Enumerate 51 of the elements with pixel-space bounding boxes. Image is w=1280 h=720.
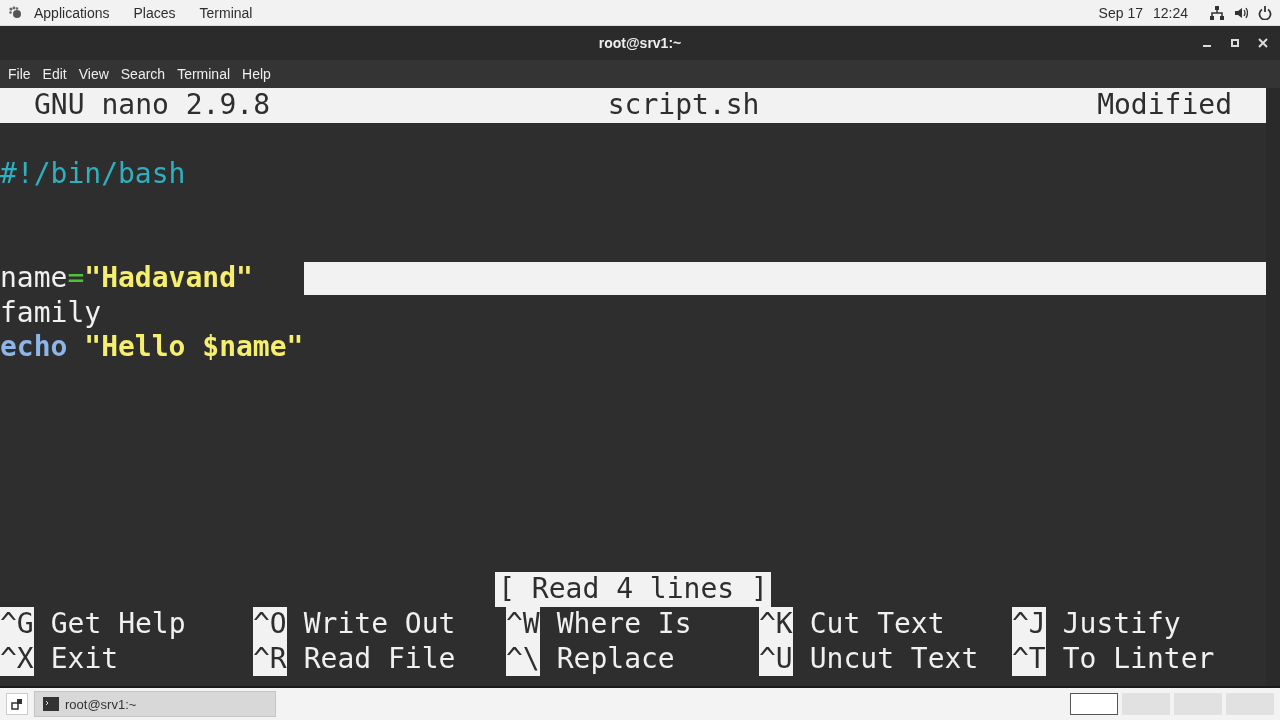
shortcut-label: Get Help [50, 606, 186, 642]
shortcut-label: Read File [303, 641, 456, 677]
power-icon[interactable] [1258, 5, 1272, 20]
date-label[interactable]: Sep 17 [1098, 4, 1143, 21]
editor-version: GNU nano 2.9.8 [34, 88, 270, 123]
terminal-icon [43, 697, 59, 711]
network-icon[interactable] [1210, 5, 1224, 20]
top-menu-item[interactable]: Terminal [187, 4, 265, 21]
shortcut-key: ^R [253, 641, 287, 677]
taskbar-window-button[interactable]: root@srv1:~ [34, 691, 276, 717]
shortcut-label: To Linter [1062, 641, 1215, 677]
code-line: #!/bin/bash [0, 157, 186, 191]
shortcut-key: ^O [253, 606, 287, 642]
window-title: root@srv1:~ [598, 35, 682, 51]
menu-item[interactable]: Terminal [171, 66, 237, 82]
menu-item[interactable]: Help [236, 66, 277, 82]
shortcut-key: ^\ [506, 641, 540, 677]
shortcut-label: Cut Text [809, 606, 945, 642]
menu-item[interactable]: View [72, 66, 115, 82]
file-name: script.sh [607, 88, 760, 123]
status-message: [ Read 4 lines ] [495, 572, 771, 607]
scrollbar[interactable] [1266, 88, 1280, 686]
close-icon[interactable] [1258, 38, 1268, 48]
top-menu-item[interactable]: Applications [22, 4, 122, 21]
shortcut-label: Replace [556, 641, 675, 677]
shortcut-label: Uncut Text [809, 641, 979, 677]
shortcut-key: ^X [0, 641, 34, 677]
shortcut-label: Where Is [556, 606, 692, 642]
top-menu-item[interactable]: Places [121, 4, 188, 21]
modified-status: Modified [1097, 88, 1232, 123]
speaker-icon[interactable] [1234, 5, 1248, 20]
clock-label[interactable]: 12:24 [1152, 4, 1188, 21]
shortcut-key: ^U [759, 641, 793, 677]
menu-item[interactable]: Search [114, 66, 172, 82]
shortcut-key: ^K [759, 606, 793, 642]
shortcut-key: ^W [506, 606, 540, 642]
show-desktop-icon[interactable] [6, 693, 28, 715]
code-line: name="Hadavand" [0, 260, 253, 294]
code-line: echo "Hello $name" [0, 330, 304, 364]
menu-item[interactable]: File [2, 66, 37, 82]
shortcut-label: Justify [1062, 606, 1181, 642]
shortcut-key: ^T [1012, 641, 1046, 677]
maximize-icon[interactable] [1230, 38, 1240, 48]
menu-item[interactable]: Edit [36, 66, 73, 82]
workspace-button[interactable] [1070, 693, 1118, 715]
shortcut-key: ^G [0, 606, 34, 642]
gnome-foot-icon [8, 5, 22, 20]
code-line: family [0, 295, 102, 329]
shortcut-label: Write Out [303, 606, 456, 642]
shortcut-label: Exit [50, 641, 119, 677]
shortcut-key: ^J [1012, 606, 1046, 642]
